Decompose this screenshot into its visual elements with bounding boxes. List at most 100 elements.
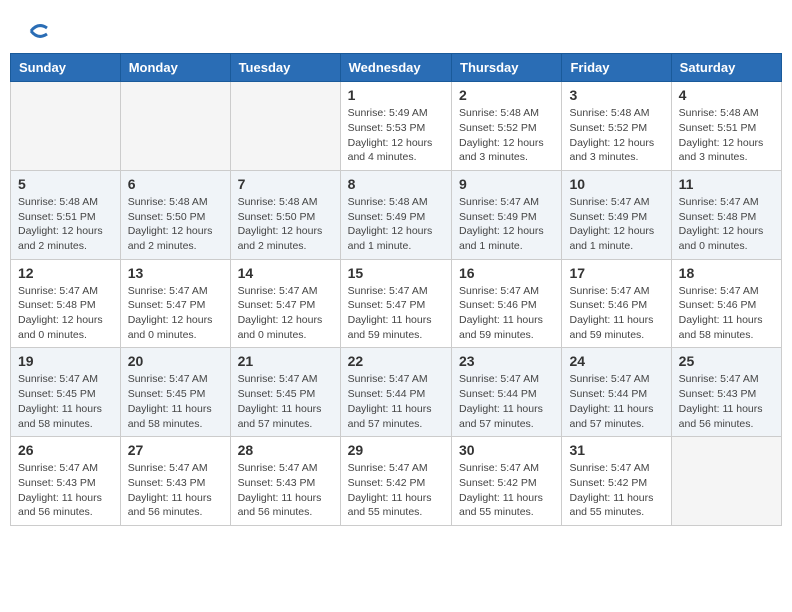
header-sunday: Sunday [11, 54, 121, 82]
calendar-day-cell: 27 Sunrise: 5:47 AMSunset: 5:43 PMDayligh… [120, 437, 230, 526]
header-tuesday: Tuesday [230, 54, 340, 82]
day-info: Sunrise: 5:47 AMSunset: 5:47 PMDaylight:… [348, 284, 444, 343]
day-info: Sunrise: 5:47 AMSunset: 5:43 PMDaylight:… [128, 461, 223, 520]
calendar-day-cell: 29Sunrise: 5:47 AMSunset: 5:42 PMDayligh… [340, 437, 451, 526]
calendar-day-cell: 13 Sunrise: 5:47 AMSunset: 5:47 PMDayligh… [120, 259, 230, 348]
calendar-week-row: 19 Sunrise: 5:47 AMSunset: 5:45 PMDayligh… [11, 348, 782, 437]
day-number: 31 [569, 442, 663, 458]
day-info: Sunrise: 5:47 AMSunset: 5:45 PMDaylight:… [18, 372, 113, 431]
day-number: 10 [569, 176, 663, 192]
day-info: Sunrise: 5:49 AMSunset: 5:53 PMDaylight:… [348, 106, 444, 165]
day-info: Sunrise: 5:48 AMSunset: 5:50 PMDaylight:… [238, 195, 333, 254]
day-number: 20 [128, 353, 223, 369]
day-info: Sunrise: 5:48 AMSunset: 5:52 PMDaylight:… [569, 106, 663, 165]
day-info: Sunrise: 5:47 AMSunset: 5:44 PMDaylight:… [348, 372, 444, 431]
day-info: Sunrise: 5:48 AMSunset: 5:52 PMDaylight:… [459, 106, 554, 165]
calendar-day-cell [11, 82, 121, 171]
calendar-day-cell: 21 Sunrise: 5:47 AMSunset: 5:45 PMDayligh… [230, 348, 340, 437]
calendar-day-cell: 19 Sunrise: 5:47 AMSunset: 5:45 PMDayligh… [11, 348, 121, 437]
calendar-day-cell [230, 82, 340, 171]
calendar-day-cell: 2 Sunrise: 5:48 AMSunset: 5:52 PMDaylight… [452, 82, 562, 171]
logo [25, 20, 49, 43]
day-info: Sunrise: 5:47 AMSunset: 5:47 PMDaylight:… [128, 284, 223, 343]
day-number: 6 [128, 176, 223, 192]
calendar-week-row: 1 Sunrise: 5:49 AMSunset: 5:53 PMDaylight… [11, 82, 782, 171]
calendar-day-cell [120, 82, 230, 171]
header-friday: Friday [562, 54, 671, 82]
header-monday: Monday [120, 54, 230, 82]
day-number: 28 [238, 442, 333, 458]
day-info: Sunrise: 5:48 AMSunset: 5:51 PMDaylight:… [679, 106, 774, 165]
day-number: 2 [459, 87, 554, 103]
day-number: 12 [18, 265, 113, 281]
day-info: Sunrise: 5:47 AMSunset: 5:47 PMDaylight:… [238, 284, 333, 343]
day-number: 22 [348, 353, 444, 369]
calendar-day-cell: 5 Sunrise: 5:48 AMSunset: 5:51 PMDaylight… [11, 170, 121, 259]
day-number: 26 [18, 442, 113, 458]
day-number: 13 [128, 265, 223, 281]
calendar-week-row: 12 Sunrise: 5:47 AMSunset: 5:48 PMDayligh… [11, 259, 782, 348]
header-wednesday: Wednesday [340, 54, 451, 82]
day-info: Sunrise: 5:47 AMSunset: 5:45 PMDaylight:… [128, 372, 223, 431]
logo-general [25, 20, 49, 47]
calendar-day-cell: 4 Sunrise: 5:48 AMSunset: 5:51 PMDaylight… [671, 82, 781, 171]
day-info: Sunrise: 5:47 AMSunset: 5:43 PMDaylight:… [679, 372, 774, 431]
day-info: Sunrise: 5:47 AMSunset: 5:46 PMDaylight:… [569, 284, 663, 343]
day-number: 8 [348, 176, 444, 192]
calendar-day-cell: 20 Sunrise: 5:47 AMSunset: 5:45 PMDayligh… [120, 348, 230, 437]
day-info: Sunrise: 5:47 AMSunset: 5:42 PMDaylight:… [569, 461, 663, 520]
calendar-day-cell: 14 Sunrise: 5:47 AMSunset: 5:47 PMDayligh… [230, 259, 340, 348]
day-info: Sunrise: 5:47 AMSunset: 5:46 PMDaylight:… [679, 284, 774, 343]
day-info: Sunrise: 5:47 AMSunset: 5:48 PMDaylight:… [18, 284, 113, 343]
calendar-day-cell: 17 Sunrise: 5:47 AMSunset: 5:46 PMDayligh… [562, 259, 671, 348]
day-info: Sunrise: 5:47 AMSunset: 5:42 PMDaylight:… [459, 461, 554, 520]
day-number: 4 [679, 87, 774, 103]
calendar-day-cell: 15 Sunrise: 5:47 AMSunset: 5:47 PMDayligh… [340, 259, 451, 348]
calendar-day-cell: 26 Sunrise: 5:47 AMSunset: 5:43 PMDayligh… [11, 437, 121, 526]
day-number: 18 [679, 265, 774, 281]
day-info: Sunrise: 5:47 AMSunset: 5:44 PMDaylight:… [569, 372, 663, 431]
day-info: Sunrise: 5:47 AMSunset: 5:48 PMDaylight:… [679, 195, 774, 254]
header-thursday: Thursday [452, 54, 562, 82]
day-info: Sunrise: 5:48 AMSunset: 5:51 PMDaylight:… [18, 195, 113, 254]
day-info: Sunrise: 5:47 AMSunset: 5:49 PMDaylight:… [459, 195, 554, 254]
calendar-day-cell: 9Sunrise: 5:47 AMSunset: 5:49 PMDaylight… [452, 170, 562, 259]
day-info: Sunrise: 5:47 AMSunset: 5:44 PMDaylight:… [459, 372, 554, 431]
day-number: 16 [459, 265, 554, 281]
calendar-day-cell: 18 Sunrise: 5:47 AMSunset: 5:46 PMDayligh… [671, 259, 781, 348]
day-number: 3 [569, 87, 663, 103]
day-info: Sunrise: 5:48 AMSunset: 5:50 PMDaylight:… [128, 195, 223, 254]
day-number: 21 [238, 353, 333, 369]
calendar-day-cell: 1 Sunrise: 5:49 AMSunset: 5:53 PMDaylight… [340, 82, 451, 171]
day-number: 25 [679, 353, 774, 369]
calendar-day-cell: 25 Sunrise: 5:47 AMSunset: 5:43 PMDayligh… [671, 348, 781, 437]
calendar-day-cell: 10 Sunrise: 5:47 AMSunset: 5:49 PMDayligh… [562, 170, 671, 259]
calendar-day-cell: 3 Sunrise: 5:48 AMSunset: 5:52 PMDaylight… [562, 82, 671, 171]
day-number: 15 [348, 265, 444, 281]
day-number: 23 [459, 353, 554, 369]
day-number: 17 [569, 265, 663, 281]
day-info: Sunrise: 5:47 AMSunset: 5:43 PMDaylight:… [18, 461, 113, 520]
calendar-day-cell: 23 Sunrise: 5:47 AMSunset: 5:44 PMDayligh… [452, 348, 562, 437]
calendar-week-row: 5 Sunrise: 5:48 AMSunset: 5:51 PMDaylight… [11, 170, 782, 259]
day-number: 11 [679, 176, 774, 192]
day-number: 7 [238, 176, 333, 192]
calendar-day-cell: 22 Sunrise: 5:47 AMSunset: 5:44 PMDayligh… [340, 348, 451, 437]
day-info: Sunrise: 5:47 AMSunset: 5:46 PMDaylight:… [459, 284, 554, 343]
day-number: 5 [18, 176, 113, 192]
calendar-day-cell: 6 Sunrise: 5:48 AMSunset: 5:50 PMDaylight… [120, 170, 230, 259]
page-header [10, 10, 782, 48]
day-number: 30 [459, 442, 554, 458]
day-number: 19 [18, 353, 113, 369]
day-number: 14 [238, 265, 333, 281]
calendar-day-cell [671, 437, 781, 526]
day-info: Sunrise: 5:47 AMSunset: 5:43 PMDaylight:… [238, 461, 333, 520]
calendar-day-cell: 11 Sunrise: 5:47 AMSunset: 5:48 PMDayligh… [671, 170, 781, 259]
day-info: Sunrise: 5:47 AMSunset: 5:45 PMDaylight:… [238, 372, 333, 431]
day-number: 1 [348, 87, 444, 103]
calendar-day-cell: 7 Sunrise: 5:48 AMSunset: 5:50 PMDaylight… [230, 170, 340, 259]
day-number: 27 [128, 442, 223, 458]
calendar-day-cell: 12 Sunrise: 5:47 AMSunset: 5:48 PMDayligh… [11, 259, 121, 348]
day-info: Sunrise: 5:48 AMSunset: 5:49 PMDaylight:… [348, 195, 444, 254]
day-info: Sunrise: 5:47 AMSunset: 5:49 PMDaylight:… [569, 195, 663, 254]
